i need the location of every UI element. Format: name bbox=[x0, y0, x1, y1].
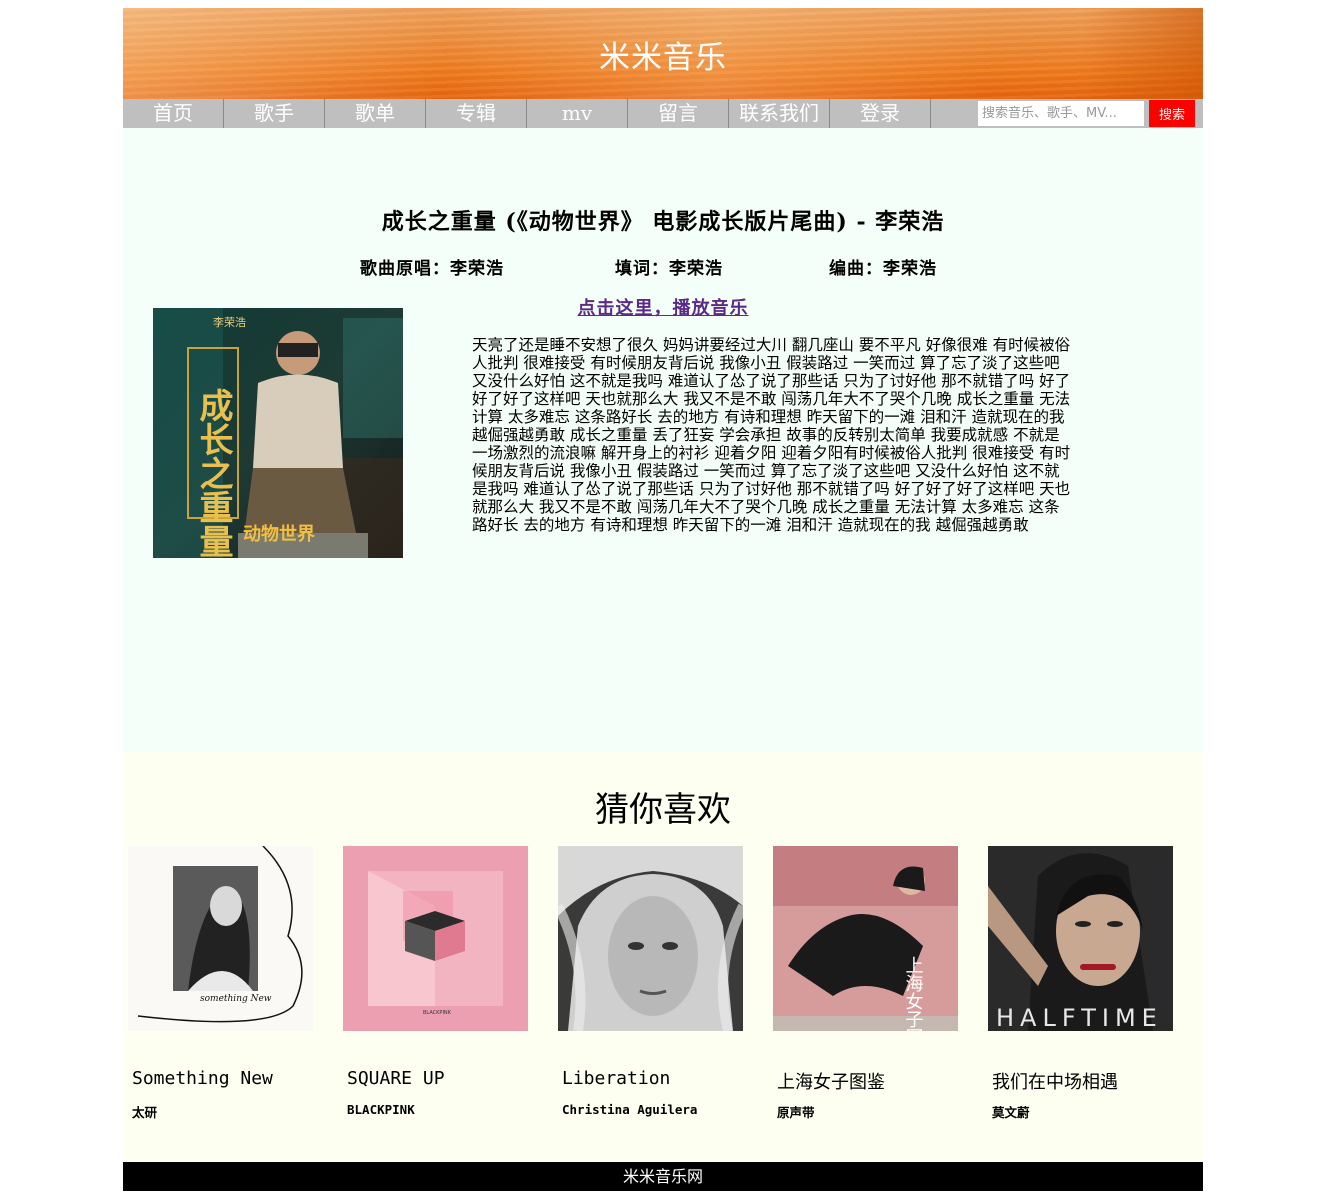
nav-item-playlists[interactable]: 歌单 bbox=[325, 99, 426, 128]
recommend-section: 猜你喜欢 something New Something New 太研 BLAC… bbox=[123, 752, 1203, 1162]
cover-caption: BLACKPINK bbox=[423, 1010, 452, 1016]
recommend-cover[interactable] bbox=[558, 846, 743, 1031]
recommend-artist[interactable]: Christina Aguilera bbox=[562, 1102, 697, 1117]
cover-artist-text: 李荣浩 bbox=[213, 315, 246, 329]
album-cover-art: 李荣浩 成长之重量 动物世界 bbox=[153, 308, 403, 558]
album-cover: 李荣浩 成长之重量 动物世界 bbox=[153, 308, 403, 558]
cover-caption: 上海女子图鉴 bbox=[903, 956, 924, 1031]
song-composer: 编曲：李荣浩 bbox=[829, 259, 937, 279]
cover-caption: HALFTIME bbox=[996, 1004, 1163, 1031]
song-singer: 歌曲原唱：李荣浩 bbox=[360, 259, 504, 279]
recommend-artist[interactable]: 原声带 bbox=[777, 1102, 815, 1121]
recommend-song-name[interactable]: 我们在中场相遇 bbox=[992, 1068, 1118, 1094]
recommend-cover[interactable]: HALFTIME bbox=[988, 846, 1173, 1031]
recommend-artist[interactable]: 莫文蔚 bbox=[992, 1102, 1030, 1121]
footer: 米米音乐网 bbox=[123, 1162, 1203, 1191]
recommend-cover[interactable]: something New bbox=[128, 846, 313, 1031]
recommend-song-name[interactable]: 上海女子图鉴 bbox=[777, 1068, 885, 1094]
recommend-song-name[interactable]: Liberation bbox=[562, 1068, 670, 1089]
recommend-card[interactable]: BLACKPINK SQUARE UP BLACKPINK bbox=[343, 846, 543, 1117]
nav-item-contact[interactable]: 联系我们 bbox=[729, 99, 830, 128]
recommend-song-name[interactable]: SQUARE UP bbox=[347, 1068, 445, 1089]
nav-item-home[interactable]: 首页 bbox=[123, 99, 224, 128]
cover-title-text: 成长之重量 bbox=[193, 388, 233, 558]
recommend-song-name[interactable]: Something New bbox=[132, 1068, 273, 1089]
cover-movie-text: 动物世界 bbox=[243, 523, 315, 545]
recommend-card[interactable]: Liberation Christina Aguilera bbox=[558, 846, 758, 1117]
cover-caption: something New bbox=[200, 994, 272, 1004]
recommend-card[interactable]: 上海女子图鉴 上海女子图鉴 原声带 bbox=[773, 846, 973, 1120]
main-nav: 首页 歌手 歌单 专辑 mv 留言 联系我们 登录 搜索 bbox=[123, 99, 1203, 128]
nav-item-messages[interactable]: 留言 bbox=[628, 99, 729, 128]
nav-item-singers[interactable]: 歌手 bbox=[224, 99, 325, 128]
search-input[interactable] bbox=[978, 101, 1144, 126]
site-title: 米米音乐 bbox=[599, 40, 727, 76]
header-banner: 米米音乐 bbox=[123, 8, 1203, 99]
recommend-title: 猜你喜欢 bbox=[595, 790, 731, 830]
song-title: 成长之重量 (《动物世界》 电影成长版片尾曲) - 李荣浩 bbox=[381, 209, 945, 235]
song-detail: 成长之重量 (《动物世界》 电影成长版片尾曲) - 李荣浩 歌曲原唱：李荣浩 填… bbox=[123, 128, 1203, 752]
recommend-cover[interactable]: BLACKPINK bbox=[343, 846, 528, 1031]
recommend-card[interactable]: HALFTIME 我们在中场相遇 莫文蔚 bbox=[988, 846, 1188, 1120]
page: 米米音乐 首页 歌手 歌单 专辑 mv 留言 联系我们 登录 搜索 成长之重量 … bbox=[123, 8, 1203, 1191]
nav-item-login[interactable]: 登录 bbox=[830, 99, 931, 128]
nav-item-albums[interactable]: 专辑 bbox=[426, 99, 527, 128]
song-lyrics: 天亮了还是睡不安想了很久 妈妈讲要经过大川 翻几座山 要不平凡 好像很难 有时候… bbox=[472, 336, 1071, 534]
recommend-artist[interactable]: 太研 bbox=[132, 1102, 157, 1121]
search-button[interactable]: 搜索 bbox=[1149, 100, 1195, 127]
recommend-cover[interactable]: 上海女子图鉴 bbox=[773, 846, 958, 1031]
recommend-artist[interactable]: BLACKPINK bbox=[347, 1102, 415, 1117]
song-lyricist: 填词：李荣浩 bbox=[615, 259, 723, 279]
nav-item-mv[interactable]: mv bbox=[527, 99, 628, 128]
recommend-card[interactable]: something New Something New 太研 bbox=[128, 846, 328, 1120]
